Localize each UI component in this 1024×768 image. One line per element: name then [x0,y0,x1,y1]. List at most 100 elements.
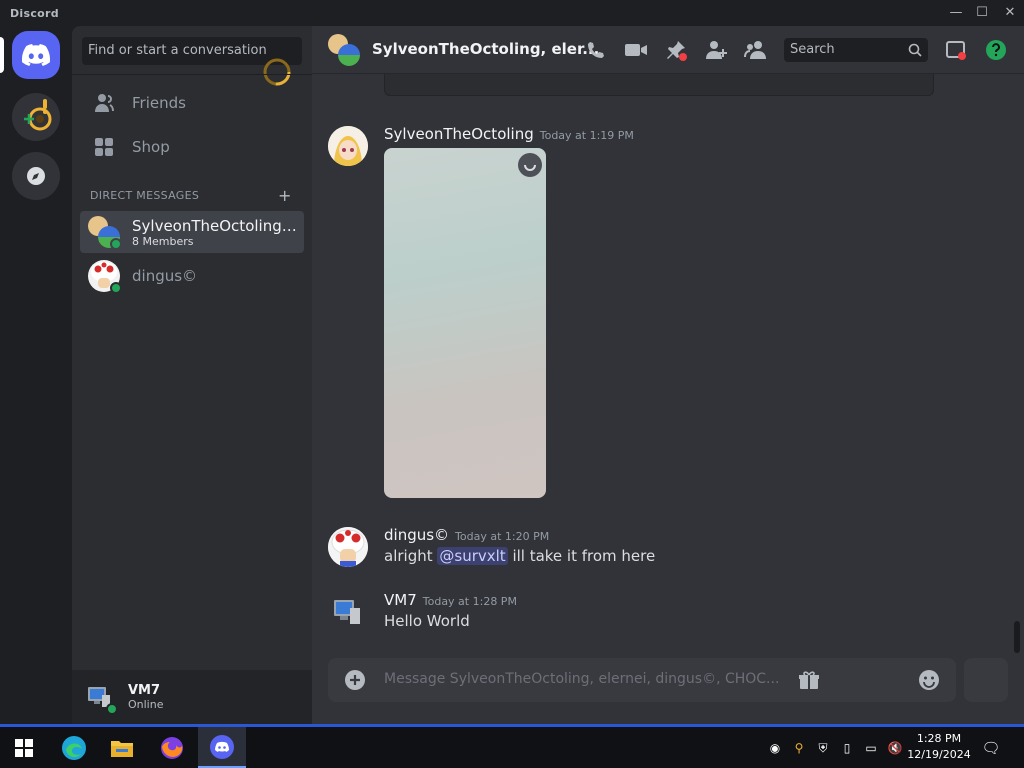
help-button[interactable] [984,38,1008,62]
video-call-button[interactable] [624,38,648,62]
user-avatar [84,681,118,715]
friends-icon [92,91,116,115]
shield-tray-icon[interactable]: ⛨ [814,739,832,757]
message-text-after: ill take it from here [507,547,656,565]
author-name[interactable]: SylveonTheOctoling [384,125,534,143]
chat-area: SylveonTheOctoling, eler... Search Sylve… [312,26,1024,724]
phone-icon [588,42,604,58]
minimize-button[interactable]: — [942,4,970,22]
edge-taskbar-button[interactable] [50,727,98,768]
timestamp: Today at 1:19 PM [539,129,634,142]
search-tray-icon[interactable]: ⚲ [790,739,808,757]
channel-header: SylveonTheOctoling, eler... Search [312,26,1024,74]
nav-friends[interactable]: Friends [80,82,304,124]
server-list [0,26,72,724]
sidebar-divider [72,74,312,75]
pinned-messages-button[interactable] [664,38,688,62]
discord-icon [210,734,234,759]
timestamp: Today at 1:20 PM [455,530,550,543]
author-avatar[interactable] [328,126,368,166]
dm-sidebar: Find or start a conversation Friends Sho… [72,26,312,724]
attached-image[interactable] [384,148,546,498]
explore-button[interactable] [12,152,60,200]
firefox-taskbar-button[interactable] [148,727,196,768]
dm-item-group[interactable]: SylveonTheOctoling, ... 8 Members [80,211,304,253]
notifications-icon[interactable]: 🗨 [981,739,1000,757]
dm-name: SylveonTheOctoling, ... [132,216,300,235]
inbox-button[interactable] [944,38,968,62]
dm-item-dingus[interactable]: dingus© [80,255,304,297]
spoiler-loading-icon [518,153,542,177]
maximize-button[interactable]: ☐ [968,4,996,22]
direct-messages-header: DIRECT MESSAGES [90,189,200,202]
close-button[interactable]: ✕ [996,4,1024,22]
username: VM7 [128,683,161,698]
user-mention[interactable]: @survxlt [437,547,508,565]
volume-muted-icon[interactable]: 🔇 [886,739,904,757]
user-status: Online [128,698,164,711]
dm-member-count: 8 Members [132,234,194,248]
online-status-icon [106,703,118,715]
previous-embed [384,74,934,96]
pin-icon [667,41,687,61]
author-avatar[interactable] [328,527,368,567]
channel-avatar [328,34,360,66]
create-dm-button[interactable]: + [278,186,291,205]
message-input[interactable]: Message SylveonTheOctoling, elernei, din… [384,671,779,687]
video-icon [625,44,647,56]
author-avatar[interactable] [328,592,368,632]
group-avatar [88,216,122,250]
upload-plus-icon[interactable] [344,669,366,691]
discord-logo-icon [22,44,50,66]
members-icon [744,41,766,59]
add-person-icon [706,41,727,59]
call-button[interactable] [584,38,608,62]
nav-shop[interactable]: Shop [80,126,304,168]
file-explorer-taskbar-button[interactable] [98,727,146,768]
shop-icon [92,135,116,159]
author-name[interactable]: dingus© [384,526,449,544]
windows-taskbar: ◉ ⚲ ⛨ ▯ ▭ 🔇 1:28 PM 12/19/2024 🗨 [0,724,1024,768]
add-friends-to-dm-button[interactable] [704,38,728,62]
message-text: alright @survxlt ill take it from here [384,547,655,565]
inbox-icon [946,41,966,60]
gift-icon[interactable] [798,669,820,691]
edge-icon [62,735,86,760]
clock-date: 12/19/2024 [907,748,971,761]
dm-name: dingus© [132,267,198,285]
clock-time: 1:28 PM [916,732,962,745]
online-status-icon [110,282,122,294]
composer-extra-button[interactable] [964,658,1008,702]
timestamp: Today at 1:28 PM [422,595,517,608]
user-panel[interactable]: VM7 Online [72,670,312,724]
author-name[interactable]: VM7 [384,591,417,609]
search-icon [908,43,922,57]
add-server-button[interactable] [12,93,60,141]
search-input[interactable]: Search [784,38,928,62]
member-list-button[interactable] [744,38,768,62]
message-composer[interactable]: Message SylveonTheOctoling, elernei, din… [328,658,956,702]
start-button[interactable] [0,727,48,768]
folder-icon [111,740,133,757]
home-button[interactable] [12,31,60,79]
title-bar: Discord — ☐ ✕ [0,0,1024,26]
compass-icon [27,167,45,185]
discord-tray-icon[interactable]: ◉ [766,739,784,757]
battery-tray-icon[interactable]: ▯ [838,739,856,757]
help-icon [986,40,1006,60]
discord-taskbar-button[interactable] [198,727,246,768]
firefox-icon [161,736,183,759]
add-server-icon [24,99,52,131]
app-name: Discord [10,7,59,20]
chat-scrollbar[interactable] [1014,621,1020,653]
clock[interactable]: 1:28 PM 12/19/2024 [904,731,974,763]
message-text: Hello World [384,612,470,630]
windows-logo-icon [15,738,33,757]
emoji-icon[interactable] [918,669,940,691]
message-text-before: alright [384,547,438,565]
online-status-icon [110,238,122,250]
network-tray-icon[interactable]: ▭ [862,739,880,757]
search-placeholder: Search [790,42,835,57]
selected-indicator [0,37,4,73]
dingus-avatar [88,260,122,294]
